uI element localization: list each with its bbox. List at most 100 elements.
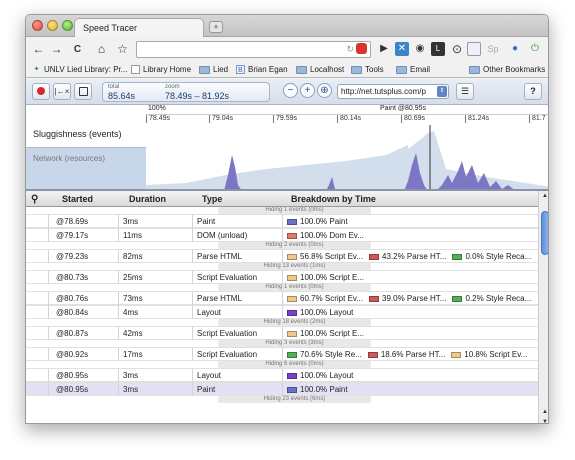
extension-badge-icon[interactable] xyxy=(356,43,367,54)
bookmark-tools[interactable]: Tools xyxy=(351,65,384,74)
hidden-events-row[interactable]: Hiding 1 events (0ms) xyxy=(26,284,538,291)
column-divider xyxy=(48,271,49,285)
circle-icon[interactable]: ⊙ xyxy=(450,42,464,56)
table-row[interactable]: @79.17s 11ms DOM (unload) 100.0% Dom Ev... xyxy=(26,228,538,243)
bookmark-other[interactable]: Other Bookmarks xyxy=(469,65,545,74)
record-button[interactable] xyxy=(32,83,50,100)
cell-type: Script Evaluation xyxy=(197,350,258,359)
bookmark-lied[interactable]: Lied xyxy=(199,65,228,74)
report-button[interactable]: ☰ xyxy=(456,83,474,100)
bookmark-library-home[interactable]: Library Home xyxy=(131,65,191,74)
url-select[interactable]: http://net.tutsplus.com/p ⇕ xyxy=(337,84,449,99)
breakdown-segment: 100.0% Paint xyxy=(287,217,348,226)
table-row[interactable]: @80.95s 3ms Paint 100.0% Paint xyxy=(26,382,538,397)
column-divider xyxy=(282,250,283,264)
header-type[interactable]: Type xyxy=(202,194,222,204)
cell-breakdown: 56.8% Script Ev... 43.2% Parse HT... 0.0% … xyxy=(287,252,531,261)
header-breakdown[interactable]: Breakdown by Time xyxy=(291,194,376,204)
total-value: 85.64s xyxy=(108,91,136,101)
scroll-up-icon[interactable]: ▲ xyxy=(541,409,548,415)
scrollbar-thumb[interactable] xyxy=(541,211,548,255)
select-arrows-icon: ⇕ xyxy=(437,86,447,97)
cell-started: @78.69s xyxy=(56,217,89,226)
breakdown-text: 60.7% Script Ev... xyxy=(300,294,363,303)
table-row[interactable]: @79.23s 82ms Parse HTML 56.8% Script Ev... 4… xyxy=(26,249,538,264)
hidden-events-label: Hiding 2 events (0ms) xyxy=(218,242,371,249)
person-icon[interactable]: ● xyxy=(508,42,522,56)
zoom-out-icon[interactable]: − xyxy=(283,83,298,98)
window-icon[interactable] xyxy=(467,42,481,56)
address-bar[interactable]: ↻ xyxy=(136,41,371,58)
hidden-events-row[interactable]: Hiding 13 events (1ms) xyxy=(26,263,538,270)
zoom-window-button[interactable] xyxy=(62,20,73,31)
breakdown-text: 100.0% Paint xyxy=(300,385,348,394)
cell-started: @80.95s xyxy=(56,385,89,394)
cell-breakdown: 100.0% Layout xyxy=(287,371,353,380)
power-icon[interactable]: ⏻ xyxy=(528,42,542,56)
table-row[interactable]: @78.69s 3ms Paint 100.0% Paint xyxy=(26,214,538,229)
cell-type: Layout xyxy=(197,371,222,380)
hidden-events-row[interactable]: Hiding 1 events (0ms) xyxy=(26,207,538,214)
zoom-fit-icon[interactable]: ⊕ xyxy=(317,83,332,98)
hidden-events-row[interactable]: Hiding 18 events (2ms) xyxy=(26,319,538,326)
home-button[interactable]: ⌂ xyxy=(93,41,110,58)
browser-window: Speed Tracer + ← → C ⌂ ☆ ↻ ▶ ✕ ◉ L ⊙ Sp … xyxy=(25,14,549,424)
bookmark-brian-egan[interactable]: B Brian Egan xyxy=(236,65,288,74)
cell-duration: 25ms xyxy=(123,273,143,282)
cell-type: Script Evaluation xyxy=(197,329,258,338)
play-icon[interactable]: ▶ xyxy=(377,42,391,56)
cell-duration: 11ms xyxy=(123,231,142,240)
bookmark-unlv[interactable]: ✦ UNLV Lied Library: Pr... xyxy=(32,65,128,74)
table-scrollbar[interactable]: ▲ ▲ ▼ xyxy=(538,191,548,423)
bookmark-star-button[interactable]: ☆ xyxy=(114,41,131,58)
breakdown-segment: 0.2% Style Reca... xyxy=(452,294,531,303)
zoom-in-icon[interactable]: + xyxy=(300,83,315,98)
table-row[interactable]: @80.84s 4ms Layout 100.0% Layout xyxy=(26,305,538,320)
refresh-arrows-icon: ↻ xyxy=(346,44,354,54)
help-button[interactable]: ? xyxy=(524,83,542,100)
table-row[interactable]: @80.87s 42ms Script Evaluation 100.0% Scrip… xyxy=(26,326,538,341)
zoom-label: zoom xyxy=(165,84,180,90)
breakdown-segment: 0.0% Style Reca... xyxy=(452,252,531,261)
hidden-events-row[interactable]: Hiding 23 events (6ms) xyxy=(26,396,538,403)
hidden-events-row[interactable]: Hiding 2 events (0ms) xyxy=(26,242,538,249)
tick-label: 79.04s xyxy=(209,115,233,123)
hidden-events-row[interactable]: Hiding 3 events (3ms) xyxy=(26,340,538,347)
search-icon[interactable]: ⚲ xyxy=(31,194,38,205)
table-row[interactable]: @80.95s 3ms Layout 100.0% Layout xyxy=(26,368,538,383)
header-started[interactable]: Started xyxy=(62,194,93,204)
l-tool-icon[interactable]: L xyxy=(431,42,445,56)
table-row[interactable]: @80.76s 73ms Parse HTML 60.7% Script Ev... 3… xyxy=(26,291,538,306)
scroll-down-icon[interactable]: ▼ xyxy=(541,419,548,423)
bookmark-localhost[interactable]: Localhost xyxy=(296,65,344,74)
scroll-up-icon[interactable]: ▲ xyxy=(541,193,548,199)
breakdown-text: 0.2% Style Reca... xyxy=(465,294,532,303)
forward-button[interactable]: → xyxy=(48,41,65,58)
header-duration[interactable]: Duration xyxy=(129,194,166,204)
timeline-overview[interactable]: 100% Paint @80.95s 78.49s 79.04s 79.59s … xyxy=(26,105,548,201)
close-window-button[interactable] xyxy=(32,20,43,31)
camera-icon[interactable]: ◉ xyxy=(413,42,427,56)
minimize-window-button[interactable] xyxy=(47,20,58,31)
clear-button[interactable]: |←× xyxy=(53,83,71,100)
cell-type: Parse HTML xyxy=(197,252,242,261)
reload-button[interactable]: C xyxy=(69,41,86,58)
browser-toolbar: ← → C ⌂ ☆ ↻ ▶ ✕ ◉ L ⊙ Sp ● ⏻ xyxy=(26,37,548,62)
timeline-ruler: 100% Paint @80.95s xyxy=(146,105,548,115)
new-tab-button[interactable]: + xyxy=(209,21,223,33)
tab-speed-tracer[interactable]: Speed Tracer xyxy=(74,18,204,37)
color-swatch xyxy=(369,295,379,302)
cell-started: @79.23s xyxy=(56,252,89,261)
table-row[interactable]: @80.73s 25ms Script Evaluation 100.0% Scrip… xyxy=(26,270,538,285)
back-button[interactable]: ← xyxy=(30,41,47,58)
x-tool-icon[interactable]: ✕ xyxy=(395,42,409,56)
cell-breakdown: 100.0% Script E... xyxy=(287,273,364,282)
save-button[interactable] xyxy=(74,83,92,100)
hidden-events-row[interactable]: Hiding 6 events (0ms) xyxy=(26,361,538,368)
bookmark-email[interactable]: Email xyxy=(396,65,430,74)
sp-icon[interactable]: Sp xyxy=(486,42,500,56)
column-divider xyxy=(192,306,193,320)
cell-duration: 4ms xyxy=(123,308,139,317)
table-row[interactable]: @80.92s 17ms Script Evaluation 70.6% Style … xyxy=(26,347,538,362)
tick-label: 80.69s xyxy=(401,115,425,123)
